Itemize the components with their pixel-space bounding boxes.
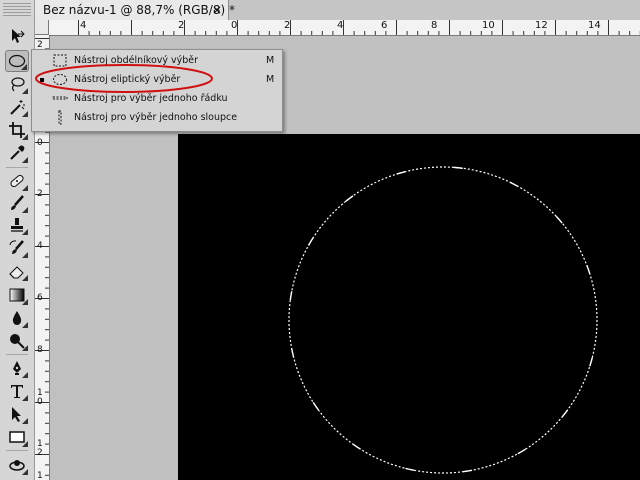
ruler-label: 4 <box>337 20 344 31</box>
3d-rotate-tool[interactable] <box>5 454 29 476</box>
ruler-label: 4 <box>37 241 43 251</box>
menu-item-shortcut: M <box>266 74 275 85</box>
clone-stamp-tool[interactable] <box>5 214 29 236</box>
horizontal-ruler-ticks <box>78 20 640 35</box>
elliptical-selection[interactable] <box>287 165 599 475</box>
pen-tool[interactable] <box>5 357 29 379</box>
ruler-label: 6 <box>37 293 43 303</box>
menu-item-label: Nástroj pro výběr jednoho sloupce <box>74 112 238 123</box>
menu-item-shortcut: M <box>266 55 275 66</box>
document-tab-title: Bez názvu-1 @ 88,7% (RGB/8) * <box>43 3 235 17</box>
ruler-label: 8 <box>431 20 438 31</box>
lasso-tool[interactable] <box>5 73 29 95</box>
ruler-origin[interactable] <box>35 20 49 35</box>
single-column-marquee-icon <box>58 110 62 125</box>
ruler-label: 0 <box>37 138 43 148</box>
ruler-label: 4 <box>80 20 87 31</box>
ruler-label: 1 0 <box>37 388 43 407</box>
ruler-label: 2 <box>37 189 43 199</box>
document-tab-bar: Bez názvu-1 @ 88,7% (RGB/8) * × <box>35 0 640 21</box>
elliptical-marquee-tool[interactable] <box>5 50 29 72</box>
annotation-ellipse <box>35 64 213 93</box>
dodge-tool[interactable] <box>5 330 29 352</box>
close-icon[interactable]: × <box>212 0 222 20</box>
eraser-tool[interactable] <box>5 260 29 282</box>
tools-panel <box>0 0 35 480</box>
history-brush-tool[interactable] <box>5 237 29 259</box>
move-icon <box>12 29 25 43</box>
gradient-tool[interactable] <box>5 284 29 306</box>
document-tab[interactable]: Bez názvu-1 @ 88,7% (RGB/8) * × <box>35 0 235 20</box>
magic-wand-tool[interactable] <box>5 96 29 118</box>
ruler-label: 1 2 <box>37 439 43 458</box>
type-tool[interactable] <box>5 380 29 402</box>
rectangle-tool[interactable] <box>5 426 29 448</box>
ruler-label: 0 <box>231 20 238 31</box>
healing-brush-tool[interactable] <box>5 170 29 192</box>
ruler-label: 6 <box>381 20 388 31</box>
ruler-label: 2 <box>178 20 185 31</box>
ruler-label: 12 <box>535 20 548 31</box>
ruler-label: 14 <box>588 20 601 31</box>
path-selection-tool[interactable] <box>5 403 29 425</box>
ruler-label: 8 <box>37 345 43 355</box>
panel-grip[interactable] <box>3 3 31 17</box>
ruler-label: 10 <box>482 20 495 31</box>
crop-tool[interactable] <box>5 119 29 141</box>
move-tool[interactable] <box>5 25 29 47</box>
horizontal-ruler[interactable]: 4 2 0 2 4 6 8 10 12 14 <box>49 20 640 36</box>
brush-tool[interactable] <box>5 192 29 214</box>
menu-item-single-column-marquee[interactable]: Nástroj pro výběr jednoho sloupce <box>32 108 282 127</box>
eyedropper-tool[interactable] <box>5 142 29 164</box>
ruler-label: 2 <box>284 20 291 31</box>
blur-tool[interactable] <box>5 307 29 329</box>
ruler-label: 1 4 <box>37 471 43 480</box>
